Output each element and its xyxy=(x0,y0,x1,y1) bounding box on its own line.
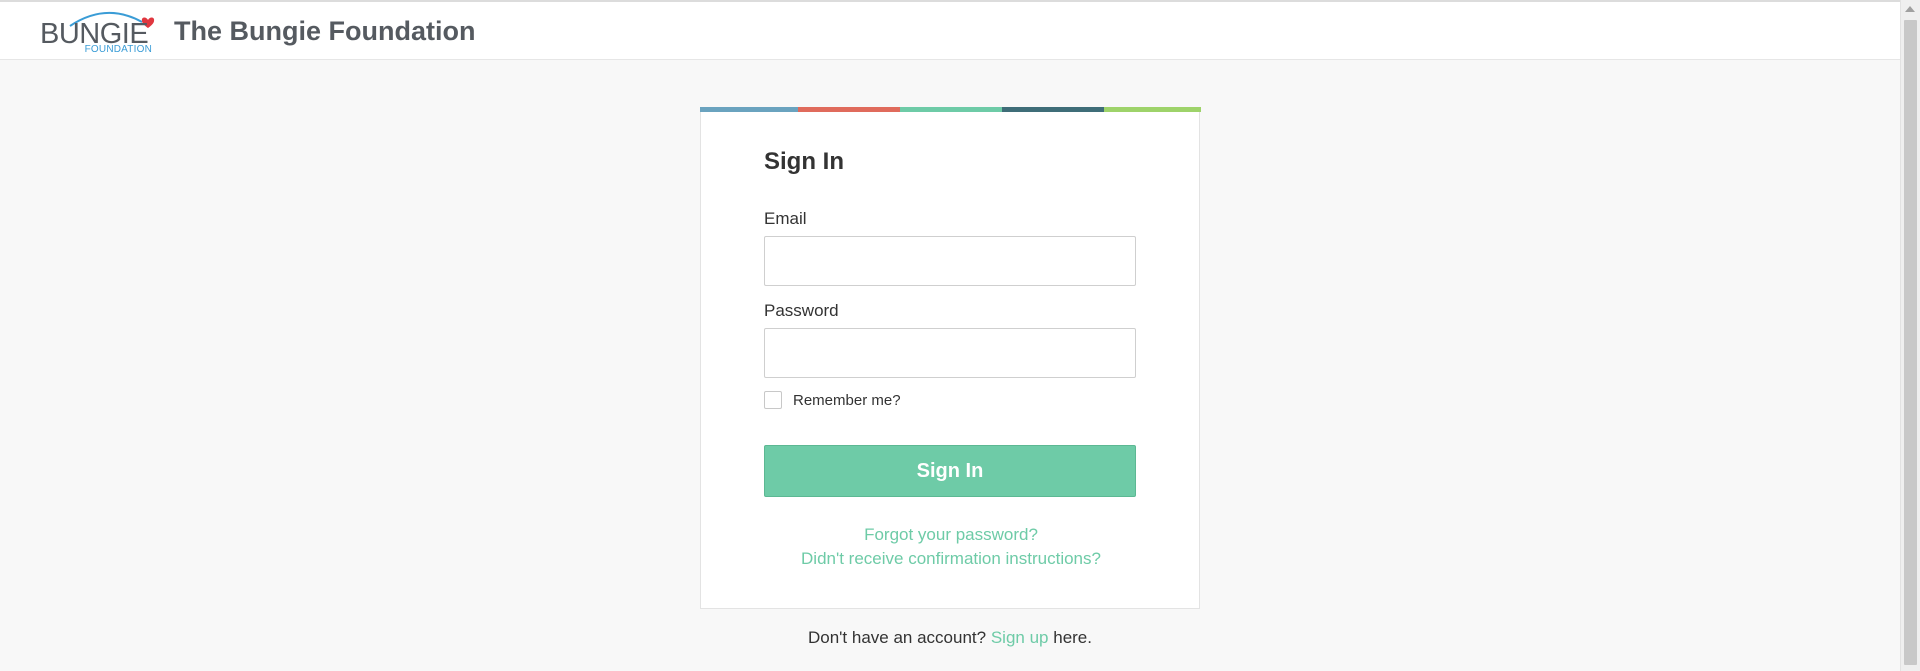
stripe-segment-5 xyxy=(1104,107,1201,112)
vertical-scrollbar[interactable] xyxy=(1900,0,1920,671)
scrollbar-thumb[interactable] xyxy=(1904,20,1917,665)
password-field[interactable] xyxy=(764,328,1136,378)
signup-prompt: Don't have an account? Sign up here. xyxy=(700,628,1200,648)
stripe-segment-2 xyxy=(798,107,900,112)
remember-me-label[interactable]: Remember me? xyxy=(793,392,901,409)
email-field[interactable] xyxy=(764,236,1136,286)
signup-prompt-suffix: here. xyxy=(1053,628,1092,647)
signin-card: Sign In Email Password Remember me? Sign… xyxy=(700,107,1201,609)
site-title[interactable]: The Bungie Foundation xyxy=(174,16,475,47)
signup-prompt-prefix: Don't have an account? xyxy=(808,628,987,647)
scroll-up-arrow-icon[interactable] xyxy=(1905,6,1915,12)
signin-button[interactable]: Sign In xyxy=(764,445,1136,497)
forgot-password-link[interactable]: Forgot your password? xyxy=(701,525,1201,545)
logo-subtext: FOUNDATION xyxy=(84,44,152,55)
remember-me-checkbox[interactable] xyxy=(764,391,782,409)
signin-title: Sign In xyxy=(764,148,844,175)
signup-link[interactable]: Sign up xyxy=(991,628,1049,647)
bungie-foundation-logo[interactable]: BUNGIE FOUNDATION xyxy=(40,8,155,56)
email-label: Email xyxy=(764,209,807,228)
stripe-segment-4 xyxy=(1002,107,1104,112)
stripe-segment-1 xyxy=(700,107,798,112)
password-label: Password xyxy=(764,301,839,320)
stripe-segment-3 xyxy=(900,107,1002,112)
top-navbar: BUNGIE FOUNDATION The Bungie Foundation xyxy=(0,0,1900,60)
confirmation-instructions-link[interactable]: Didn't receive confirmation instructions… xyxy=(701,549,1201,569)
